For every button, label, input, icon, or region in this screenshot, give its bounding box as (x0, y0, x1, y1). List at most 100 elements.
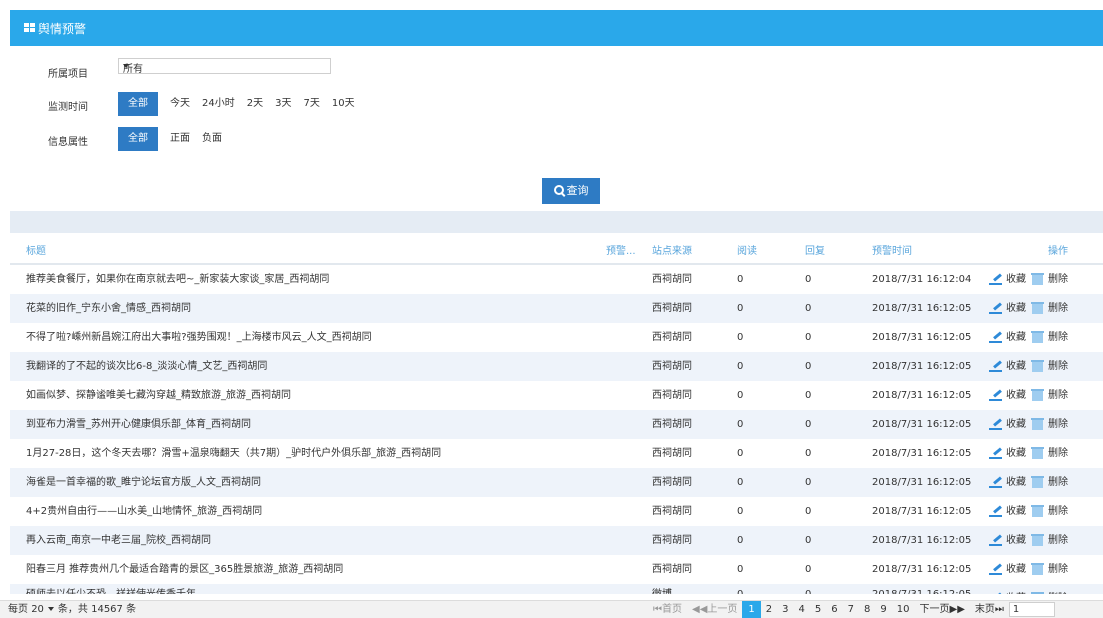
row-title[interactable]: 推荐美食餐厅，如果你在南京就去吧~_新家装大家谈_家居_西祠胡同 (26, 265, 586, 294)
table-row[interactable]: 如画似梦、探静谧唯美七藏沟穿越_精致旅游_旅游_西祠胡同 西祠胡同 0 0 2018/7… (10, 381, 1103, 410)
row-read: 0 (737, 448, 744, 459)
row-actions: 收藏 删除 (989, 497, 1068, 526)
first-page-button[interactable]: ⏮首页 (648, 601, 687, 618)
table-row[interactable]: 花菜的旧作_宁东小舍_情感_西祠胡同 西祠胡同 0 0 2018/7/31 16:12:… (10, 294, 1103, 323)
row-title[interactable]: 到亚布力滑雪_苏州开心健康俱乐部_体育_西祠胡同 (26, 410, 586, 439)
collect-button[interactable]: 收藏 (989, 294, 1026, 323)
row-title[interactable]: 海雀是一首幸福的歌_睢宁论坛官方版_人文_西祠胡同 (26, 468, 586, 497)
collect-button[interactable]: 收藏 (989, 526, 1026, 555)
header-site[interactable]: 站点来源 (652, 242, 692, 257)
delete-label: 删除 (1048, 274, 1068, 285)
trash-icon (1031, 505, 1044, 517)
page-number-button[interactable]: 10 (892, 601, 915, 618)
delete-button[interactable]: 删除 (1026, 265, 1068, 294)
page-number-button[interactable]: 9 (875, 601, 891, 618)
project-select[interactable]: 所有 (118, 58, 331, 75)
collect-button[interactable]: 收藏 (989, 323, 1026, 352)
table-row[interactable]: 海雀是一首幸福的歌_睢宁论坛官方版_人文_西祠胡同 西祠胡同 0 0 2018/7/31… (10, 468, 1103, 497)
table-row[interactable]: 阳春三月 推荐贵州几个最适合踏青的景区_365胜景旅游_旅游_西祠胡同 西祠胡同 0… (10, 555, 1103, 584)
delete-button[interactable]: 删除 (1026, 439, 1068, 468)
page-number-button[interactable]: 6 (826, 601, 842, 618)
next-page-button[interactable]: 下一页▶▶ (915, 601, 970, 618)
time-option-7d[interactable]: 7天 (297, 92, 325, 116)
row-title[interactable]: 阳春三月 推荐贵州几个最适合踏青的景区_365胜景旅游_旅游_西祠胡同 (26, 555, 586, 584)
row-actions: 收藏 删除 (989, 555, 1068, 584)
table-row[interactable]: 1月27-28日，这个冬天去哪？滑雪+温泉嗨翻天（共7期）_驴时代户外俱乐部_旅… (10, 439, 1103, 468)
time-option-all[interactable]: 全部 (118, 92, 158, 116)
table-row[interactable]: 不得了啦?嵊州新昌婉江府出大事啦?强势围观！_上海楼市风云_人文_西祠胡同 西祠胡… (10, 323, 1103, 352)
row-title[interactable]: 不得了啦?嵊州新昌婉江府出大事啦?强势围观！_上海楼市风云_人文_西祠胡同 (26, 323, 586, 352)
row-title[interactable]: 4+2贵州自由行——山水美_山地情怀_旅游_西祠胡同 (26, 497, 586, 526)
page-number-button[interactable]: 3 (777, 601, 793, 618)
attr-option-positive[interactable]: 正面 (164, 127, 196, 151)
query-button[interactable]: 查询 (542, 178, 600, 204)
last-page-button[interactable]: 末页⏭ (970, 601, 1009, 618)
delete-button[interactable]: 删除 (1026, 352, 1068, 381)
table-row[interactable]: 我翻译的了不起的谈次比6-8_淡淡心情_文艺_西祠胡同 西祠胡同 0 0 2018/7/… (10, 352, 1103, 381)
trash-icon (1031, 418, 1044, 430)
delete-button[interactable]: 删除 (1026, 410, 1068, 439)
attr-option-negative[interactable]: 负面 (196, 127, 228, 151)
delete-button[interactable]: 删除 (1026, 555, 1068, 584)
page-number-button[interactable]: 2 (761, 601, 777, 618)
delete-button[interactable]: 删除 (1026, 526, 1068, 555)
delete-button[interactable]: 删除 (1026, 323, 1068, 352)
prev-page-button[interactable]: ◀◀上一页 (687, 601, 742, 618)
delete-button[interactable]: 删除 (1026, 294, 1068, 323)
delete-button[interactable]: 删除 (1026, 588, 1068, 594)
row-title[interactable]: 花菜的旧作_宁东小舍_情感_西祠胡同 (26, 294, 586, 323)
collect-label: 收藏 (1006, 274, 1026, 285)
table-row[interactable]: 硕师去以任少不恐，祥祥使光传香千年 微博 0 0 2018/7/31 16:12:05 收… (10, 584, 1103, 594)
prev-page-icon: ◀◀ (692, 604, 708, 615)
row-title[interactable]: 再入云南_南京一中老三届_院校_西祠胡同 (26, 526, 586, 555)
total-count: 条，共 14567 条 (57, 604, 137, 615)
header-read[interactable]: 阅读 (737, 242, 757, 257)
time-option-24h[interactable]: 24小时 (196, 92, 241, 116)
row-title[interactable]: 硕师去以任少不恐，祥祥使光传香千年 (26, 584, 586, 594)
header-time[interactable]: 预警时间 (872, 242, 912, 257)
attr-option-all[interactable]: 全部 (118, 127, 158, 151)
pen-icon (989, 333, 1003, 343)
page-number-button[interactable]: 4 (794, 601, 810, 618)
row-title[interactable]: 我翻译的了不起的谈次比6-8_淡淡心情_文艺_西祠胡同 (26, 352, 586, 381)
collect-button[interactable]: 收藏 (989, 352, 1026, 381)
row-site: 西祠胡同 (652, 506, 692, 517)
header-warn[interactable]: 预警... (606, 242, 636, 257)
header-reply[interactable]: 回复 (805, 242, 825, 257)
table-row[interactable]: 推荐美食餐厅，如果你在南京就去吧~_新家装大家谈_家居_西祠胡同 西祠胡同 0 0 20… (10, 265, 1103, 294)
collect-button[interactable]: 收藏 (989, 439, 1026, 468)
collect-button[interactable]: 收藏 (989, 468, 1026, 497)
collect-button[interactable]: 收藏 (989, 555, 1026, 584)
time-option-10d[interactable]: 10天 (326, 92, 361, 116)
collect-button[interactable]: 收藏 (989, 381, 1026, 410)
pen-icon (989, 536, 1003, 546)
time-option-3d[interactable]: 3天 (269, 92, 297, 116)
time-option-today[interactable]: 今天 (164, 92, 196, 116)
delete-button[interactable]: 删除 (1026, 497, 1068, 526)
collect-button[interactable]: 收藏 (989, 265, 1026, 294)
page-jump-input[interactable]: 1 (1008, 602, 1055, 617)
page-number-button[interactable]: 1 (742, 601, 761, 618)
collect-label: 收藏 (1006, 361, 1026, 372)
row-read: 0 (737, 506, 744, 517)
collect-button[interactable]: 收藏 (989, 497, 1026, 526)
page-size-select[interactable]: 20 (31, 604, 58, 615)
page-number-button[interactable]: 7 (843, 601, 859, 618)
collect-button[interactable]: 收藏 (989, 588, 1026, 595)
delete-label: 删除 (1048, 361, 1068, 372)
row-actions: 收藏 删除 (989, 352, 1068, 381)
page-number-button[interactable]: 5 (810, 601, 826, 618)
delete-button[interactable]: 删除 (1026, 468, 1068, 497)
row-time: 2018/7/31 16:12:05 (872, 448, 972, 459)
row-title[interactable]: 1月27-28日，这个冬天去哪？滑雪+温泉嗨翻天（共7期）_驴时代户外俱乐部_旅… (26, 439, 586, 468)
table-row[interactable]: 再入云南_南京一中老三届_院校_西祠胡同 西祠胡同 0 0 2018/7/31 16:1… (10, 526, 1103, 555)
row-title[interactable]: 如画似梦、探静谧唯美七藏沟穿越_精致旅游_旅游_西祠胡同 (26, 381, 586, 410)
delete-button[interactable]: 删除 (1026, 381, 1068, 410)
table-row[interactable]: 4+2贵州自由行——山水美_山地情怀_旅游_西祠胡同 西祠胡同 0 0 2018/7/3… (10, 497, 1103, 526)
row-read: 0 (737, 419, 744, 430)
time-option-2d[interactable]: 2天 (241, 92, 269, 116)
collect-button[interactable]: 收藏 (989, 410, 1026, 439)
table-row[interactable]: 到亚布力滑雪_苏州开心健康俱乐部_体育_西祠胡同 西祠胡同 0 0 2018/7/31 … (10, 410, 1103, 439)
header-title[interactable]: 标题 (26, 242, 586, 257)
page-number-button[interactable]: 8 (859, 601, 875, 618)
